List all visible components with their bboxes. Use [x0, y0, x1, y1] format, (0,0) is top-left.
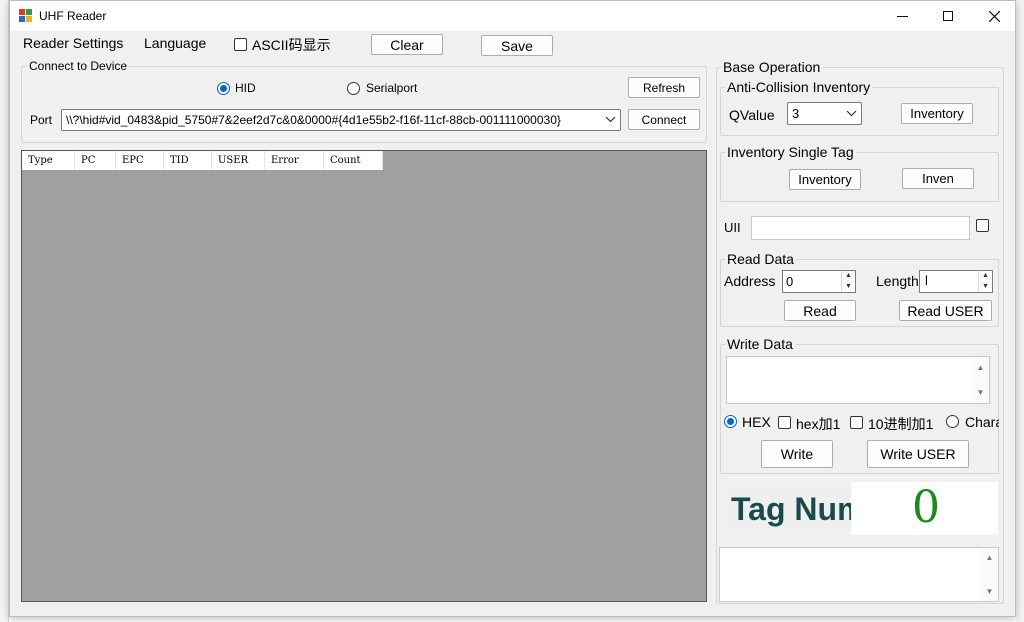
column-header-count[interactable]: Count [324, 151, 383, 170]
hid-label: HID [235, 81, 256, 95]
write-data-textarea[interactable]: ▲ ▼ [726, 356, 990, 404]
background-window-left [0, 0, 9, 622]
length-spinner[interactable]: l ▲ ▼ [919, 270, 993, 293]
length-spin-buttons[interactable]: ▲ ▼ [978, 271, 992, 292]
write-button[interactable]: Write [761, 440, 833, 468]
uhf-reader-window: UHF Reader Reader Settings Language ASCI… [9, 0, 1016, 617]
ascii-display-checkbox[interactable] [234, 38, 247, 51]
hid-radio[interactable] [217, 82, 230, 95]
scroll-down-icon[interactable]: ▼ [981, 587, 998, 596]
log-textbox[interactable]: ▲ ▼ [719, 547, 999, 602]
connect-group [21, 66, 707, 143]
maximize-icon [943, 11, 953, 21]
minimize-icon [896, 15, 908, 17]
anti-collision-inventory-button[interactable]: Inventory [901, 103, 973, 124]
column-header-tid[interactable]: TID [164, 151, 212, 170]
write-data-title: Write Data [725, 336, 795, 352]
scroll-up-icon[interactable]: ▲ [972, 363, 989, 372]
inven-button[interactable]: Inven [902, 168, 974, 189]
address-value: 0 [786, 274, 794, 289]
column-header-epc[interactable]: EPC [116, 151, 164, 170]
refresh-button[interactable]: Refresh [628, 77, 700, 98]
hex-plus1-checkbox[interactable] [778, 416, 791, 429]
log-scrollbar[interactable]: ▲ ▼ [981, 548, 998, 601]
scroll-up-icon[interactable]: ▲ [981, 553, 998, 562]
tag-list-view[interactable]: Type PC EPC TID USER Error Count [21, 150, 707, 602]
length-value: l [925, 273, 928, 288]
address-spin-buttons[interactable]: ▲ ▼ [841, 271, 855, 292]
column-header-error[interactable]: Error [265, 151, 324, 170]
char-label: Chara [965, 414, 999, 430]
single-tag-title: Inventory Single Tag [725, 144, 856, 160]
spin-down-icon[interactable]: ▼ [979, 282, 992, 293]
spin-down-icon[interactable]: ▼ [842, 282, 855, 293]
write-user-button[interactable]: Write USER [867, 440, 969, 468]
serialport-radio[interactable] [347, 82, 360, 95]
port-label: Port [30, 113, 53, 127]
spin-up-icon[interactable]: ▲ [842, 271, 855, 282]
qvalue-combobox[interactable]: 3 [787, 102, 862, 125]
scroll-down-icon[interactable]: ▼ [972, 388, 989, 397]
address-spinner[interactable]: 0 ▲ ▼ [782, 270, 856, 293]
length-label: Length [876, 273, 919, 289]
address-label: Address [724, 273, 776, 289]
connect-button[interactable]: Connect [628, 109, 700, 130]
port-value: \\?\hid#vid_0483&pid_5750#7&2eef2d7c&0&0… [66, 113, 561, 127]
chevron-down-icon [605, 116, 616, 123]
dec-plus1-checkbox[interactable] [850, 416, 863, 429]
chevron-down-icon [846, 110, 857, 116]
qvalue-label: QValue [729, 107, 775, 123]
connect-group-title: Connect to Device [27, 59, 130, 73]
read-button[interactable]: Read [784, 300, 856, 321]
column-header-pc[interactable]: PC [75, 151, 116, 170]
maximize-button[interactable] [925, 1, 971, 31]
column-header-user[interactable]: USER [212, 151, 265, 170]
hex-radio[interactable] [724, 415, 737, 428]
menu-language[interactable]: Language [144, 35, 206, 51]
hex-label: HEX [742, 414, 771, 430]
clear-button[interactable]: Clear [371, 34, 443, 55]
port-combobox[interactable]: \\?\hid#vid_0483&pid_5750#7&2eef2d7c&0&0… [61, 109, 621, 131]
tag-list-header: Type PC EPC TID USER Error Count [22, 151, 383, 170]
close-button[interactable] [971, 1, 1017, 31]
dec-plus1-label: 10进制加1 [868, 416, 934, 432]
hex-plus1-label: hex加1 [796, 416, 841, 432]
title-bar[interactable]: UHF Reader [10, 1, 1015, 31]
read-user-button[interactable]: Read USER [899, 300, 992, 321]
tag-num-value: 0 [912, 482, 940, 533]
qvalue-value: 3 [792, 106, 800, 121]
spin-up-icon[interactable]: ▲ [979, 271, 992, 282]
save-button[interactable]: Save [481, 35, 553, 56]
write-data-scrollbar[interactable]: ▲ ▼ [972, 357, 989, 403]
uii-label: UII [724, 220, 741, 235]
base-operation-title: Base Operation [721, 59, 823, 75]
column-header-type[interactable]: Type [22, 151, 75, 170]
serialport-label: Serialport [366, 81, 418, 95]
background-window-right [1016, 0, 1024, 622]
app-icon [19, 9, 33, 23]
anti-collision-title: Anti-Collision Inventory [725, 79, 873, 95]
single-inventory-button[interactable]: Inventory [789, 169, 861, 190]
close-icon [988, 10, 1000, 22]
window-title: UHF Reader [39, 9, 107, 23]
uii-input[interactable] [751, 216, 970, 240]
minimize-button[interactable] [879, 1, 925, 31]
read-data-title: Read Data [725, 251, 796, 267]
char-radio[interactable] [946, 415, 959, 428]
ascii-display-label: ASCII码显示 [252, 37, 331, 53]
tag-num-display: 0 [851, 482, 998, 535]
menu-reader-settings[interactable]: Reader Settings [23, 35, 123, 51]
uii-checkbox[interactable] [976, 219, 989, 232]
